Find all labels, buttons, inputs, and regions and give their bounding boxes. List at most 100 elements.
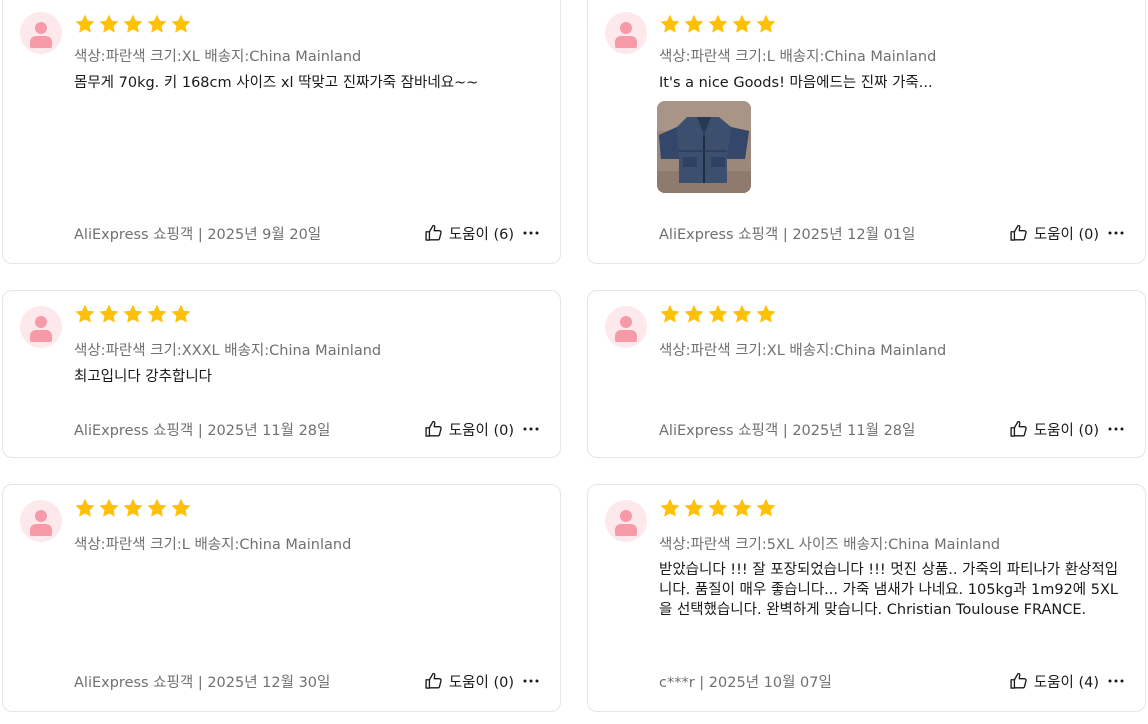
- star-icon: [708, 14, 728, 33]
- thumbs-up-icon: [424, 671, 444, 691]
- review-author-date: AliExpress 쇼핑객 | 2025년 12월 01일: [659, 226, 916, 243]
- star-icon: [99, 14, 119, 33]
- review-footer: AliExpress 쇼핑객 | 2025년 11월 28일 도움이 (0): [659, 417, 1127, 441]
- star-icon: [123, 14, 143, 33]
- more-options-button[interactable]: [520, 671, 542, 691]
- star-icon: [756, 14, 776, 33]
- more-options-button[interactable]: [1105, 419, 1127, 439]
- helpful-button[interactable]: 도움이 (0): [424, 671, 514, 692]
- review-text: 받았습니다 !!! 잘 포장되었습니다 !!! 멋진 상품.. 가죽의 파티나가…: [659, 562, 1119, 618]
- helpful-button[interactable]: 도움이 (0): [424, 419, 514, 440]
- review-text: 최고입니다 강추합니다: [74, 369, 213, 385]
- more-options-button[interactable]: [520, 419, 542, 439]
- review-text: 몸무게 70kg. 키 168cm 사이즈 xl 딱맞고 진짜가죽 잠바네요~~: [74, 75, 479, 91]
- review-sku-info: 색상:파란색 크기:XXXL 배송지:China Mainland: [74, 343, 382, 359]
- helpful-count: 도움이 (0): [1033, 226, 1099, 243]
- star-icon: [75, 304, 95, 323]
- helpful-button[interactable]: 도움이 (6): [424, 223, 514, 244]
- star-icon: [660, 14, 680, 33]
- star-icon: [147, 304, 167, 323]
- thumbs-up-icon: [424, 419, 444, 439]
- review-author-date: AliExpress 쇼핑객 | 2025년 12월 30일: [74, 674, 331, 691]
- star-icon: [732, 498, 752, 517]
- more-dots-icon: [1108, 679, 1124, 683]
- review-sku-info: 색상:파란색 크기:L 배송지:China Mainland: [659, 49, 937, 65]
- star-icon: [147, 14, 167, 33]
- star-icon: [171, 14, 191, 33]
- review-author-date: AliExpress 쇼핑객 | 2025년 11월 28일: [659, 422, 916, 439]
- review-footer: AliExpress 쇼핑객 | 2025년 12월 30일 도움이 (0): [74, 669, 542, 693]
- avatar: [605, 12, 647, 54]
- avatar: [605, 500, 647, 542]
- review-card: 색상:파란색 크기:XL 배송지:China Mainland AliExpre…: [587, 290, 1146, 458]
- star-icon: [684, 14, 704, 33]
- star-icon: [147, 498, 167, 517]
- star-icon: [684, 498, 704, 517]
- review-footer: c***r | 2025년 10월 07일 도움이 (4): [659, 669, 1127, 693]
- star-rating: [659, 13, 777, 35]
- helpful-button[interactable]: 도움이 (0): [1009, 419, 1099, 440]
- star-icon: [123, 498, 143, 517]
- more-options-button[interactable]: [1105, 223, 1127, 243]
- star-icon: [660, 498, 680, 517]
- star-icon: [75, 498, 95, 517]
- more-dots-icon: [523, 679, 539, 683]
- helpful-button[interactable]: 도움이 (0): [1009, 223, 1099, 244]
- review-card: 색상:파란색 크기:L 배송지:China Mainland It's a ni…: [587, 0, 1146, 264]
- more-options-button[interactable]: [520, 223, 542, 243]
- star-icon: [684, 304, 704, 323]
- review-footer: AliExpress 쇼핑객 | 2025년 12월 01일 도움이 (0): [659, 221, 1127, 245]
- star-rating: [74, 13, 192, 35]
- avatar: [20, 306, 62, 348]
- review-sku-info: 색상:파란색 크기:XL 배송지:China Mainland: [74, 49, 362, 65]
- avatar: [20, 12, 62, 54]
- star-icon: [756, 304, 776, 323]
- thumbs-up-icon: [1009, 419, 1029, 439]
- star-rating: [659, 497, 777, 519]
- star-icon: [99, 498, 119, 517]
- thumbs-up-icon: [424, 223, 444, 243]
- review-author-date: AliExpress 쇼핑객 | 2025년 11월 28일: [74, 422, 331, 439]
- review-card: 색상:파란색 크기:5XL 사이즈 배송지:China Mainland 받았습…: [587, 484, 1146, 712]
- thumbs-up-icon: [1009, 671, 1029, 691]
- helpful-count: 도움이 (0): [448, 674, 514, 691]
- review-card: 색상:파란색 크기:XXXL 배송지:China Mainland 최고입니다 …: [2, 290, 561, 458]
- helpful-count: 도움이 (0): [448, 422, 514, 439]
- more-dots-icon: [1108, 427, 1124, 431]
- thumbs-up-icon: [1009, 223, 1029, 243]
- avatar: [20, 500, 62, 542]
- review-photo-thumbnail[interactable]: [657, 101, 751, 193]
- helpful-count: 도움이 (6): [448, 226, 514, 243]
- review-sku-info: 색상:파란색 크기:5XL 사이즈 배송지:China Mainland: [659, 537, 1001, 553]
- review-footer: AliExpress 쇼핑객 | 2025년 11월 28일 도움이 (0): [74, 417, 542, 441]
- star-icon: [171, 304, 191, 323]
- star-rating: [74, 497, 192, 519]
- avatar: [605, 306, 647, 348]
- review-footer: AliExpress 쇼핑객 | 2025년 9월 20일 도움이 (6): [74, 221, 542, 245]
- review-sku-info: 색상:파란색 크기:XL 배송지:China Mainland: [659, 343, 947, 359]
- star-icon: [756, 498, 776, 517]
- star-icon: [708, 498, 728, 517]
- more-dots-icon: [1108, 231, 1124, 235]
- review-text: It's a nice Goods! 마음에드는 진짜 가죽...: [659, 75, 933, 91]
- star-icon: [99, 304, 119, 323]
- review-card: 색상:파란색 크기:L 배송지:China Mainland AliExpres…: [2, 484, 561, 712]
- star-icon: [708, 304, 728, 323]
- review-author-date: c***r | 2025년 10월 07일: [659, 674, 832, 691]
- star-icon: [75, 14, 95, 33]
- more-options-button[interactable]: [1105, 671, 1127, 691]
- star-icon: [732, 14, 752, 33]
- star-rating: [659, 303, 777, 325]
- star-icon: [732, 304, 752, 323]
- star-icon: [660, 304, 680, 323]
- more-dots-icon: [523, 427, 539, 431]
- review-author-date: AliExpress 쇼핑객 | 2025년 9월 20일: [74, 226, 322, 243]
- review-sku-info: 색상:파란색 크기:L 배송지:China Mainland: [74, 537, 352, 553]
- more-dots-icon: [523, 231, 539, 235]
- star-icon: [171, 498, 191, 517]
- star-icon: [123, 304, 143, 323]
- star-rating: [74, 303, 192, 325]
- helpful-button[interactable]: 도움이 (4): [1009, 671, 1099, 692]
- helpful-count: 도움이 (4): [1033, 674, 1099, 691]
- helpful-count: 도움이 (0): [1033, 422, 1099, 439]
